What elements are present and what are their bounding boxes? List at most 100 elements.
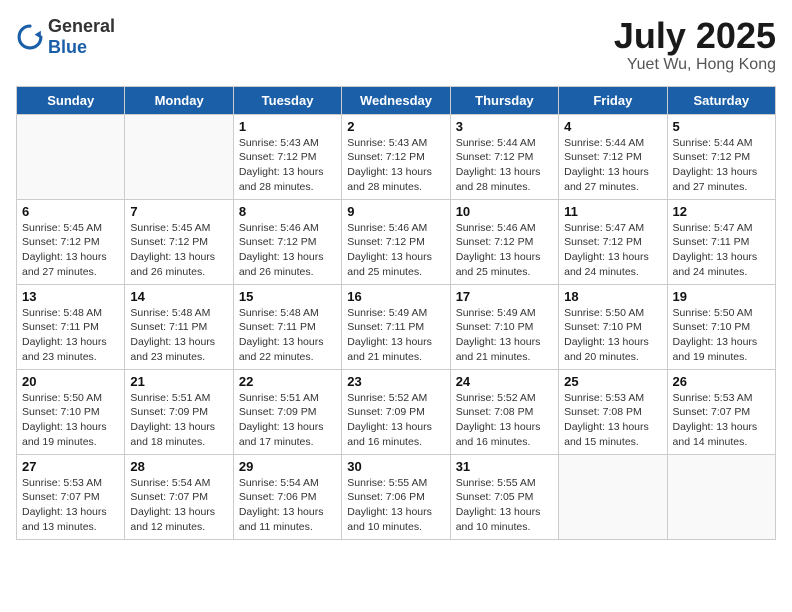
- day-number: 8: [239, 204, 336, 219]
- calendar-week-1: 1Sunrise: 5:43 AM Sunset: 7:12 PM Daylig…: [17, 114, 776, 199]
- day-number: 12: [673, 204, 770, 219]
- calendar-cell: 29 Sunrise: 5:54 AM Sunset: 7:06 PM Dayli…: [233, 454, 341, 539]
- calendar-week-5: 27 Sunrise: 5:53 AM Sunset: 7:07 PM Dayli…: [17, 454, 776, 539]
- day-number: 21: [130, 374, 227, 389]
- days-header-row: Sunday Monday Tuesday Wednesday Thursday…: [17, 86, 776, 114]
- header-wednesday: Wednesday: [342, 86, 450, 114]
- header-monday: Monday: [125, 86, 233, 114]
- day-number: 22: [239, 374, 336, 389]
- day-info: Sunrise: 5:44 AM Sunset: 7:12 PM Dayligh…: [564, 136, 661, 195]
- day-info: Sunrise: 5:47 AM Sunset: 7:12 PM Dayligh…: [564, 221, 661, 280]
- day-number: 6: [22, 204, 119, 219]
- calendar-cell: 22 Sunrise: 5:51 AM Sunset: 7:09 PM Dayli…: [233, 369, 341, 454]
- day-info: Sunrise: 5:47 AM Sunset: 7:11 PM Dayligh…: [673, 221, 770, 280]
- calendar-cell: 19 Sunrise: 5:50 AM Sunset: 7:10 PM Dayli…: [667, 284, 775, 369]
- day-info: Sunrise: 5:50 AM Sunset: 7:10 PM Dayligh…: [564, 306, 661, 365]
- day-number: 2: [347, 119, 444, 134]
- header-friday: Friday: [559, 86, 667, 114]
- day-info: Sunrise: 5:43 AM Sunset: 7:12 PM Dayligh…: [239, 136, 336, 195]
- day-info: Sunrise: 5:46 AM Sunset: 7:12 PM Dayligh…: [347, 221, 444, 280]
- day-info: Sunrise: 5:52 AM Sunset: 7:09 PM Dayligh…: [347, 391, 444, 450]
- calendar-week-3: 13 Sunrise: 5:48 AM Sunset: 7:11 PM Dayli…: [17, 284, 776, 369]
- day-number: 9: [347, 204, 444, 219]
- day-number: 30: [347, 459, 444, 474]
- calendar-cell: 7 Sunrise: 5:45 AM Sunset: 7:12 PM Daylig…: [125, 199, 233, 284]
- day-info: Sunrise: 5:51 AM Sunset: 7:09 PM Dayligh…: [239, 391, 336, 450]
- day-number: 19: [673, 289, 770, 304]
- calendar-cell: 18Sunrise: 5:50 AM Sunset: 7:10 PM Dayli…: [559, 284, 667, 369]
- calendar-cell: 5 Sunrise: 5:44 AM Sunset: 7:12 PM Daylig…: [667, 114, 775, 199]
- day-info: Sunrise: 5:44 AM Sunset: 7:12 PM Dayligh…: [673, 136, 770, 195]
- day-info: Sunrise: 5:54 AM Sunset: 7:07 PM Dayligh…: [130, 476, 227, 535]
- calendar-cell: 2 Sunrise: 5:43 AM Sunset: 7:12 PM Daylig…: [342, 114, 450, 199]
- day-number: 11: [564, 204, 661, 219]
- calendar-cell: 9 Sunrise: 5:46 AM Sunset: 7:12 PM Daylig…: [342, 199, 450, 284]
- calendar-cell: 10Sunrise: 5:46 AM Sunset: 7:12 PM Dayli…: [450, 199, 558, 284]
- day-info: Sunrise: 5:45 AM Sunset: 7:12 PM Dayligh…: [130, 221, 227, 280]
- calendar-cell: 13Sunrise: 5:48 AM Sunset: 7:11 PM Dayli…: [17, 284, 125, 369]
- calendar-week-4: 20 Sunrise: 5:50 AM Sunset: 7:10 PM Dayli…: [17, 369, 776, 454]
- day-number: 5: [673, 119, 770, 134]
- calendar-cell: 23 Sunrise: 5:52 AM Sunset: 7:09 PM Dayli…: [342, 369, 450, 454]
- calendar-cell: 11 Sunrise: 5:47 AM Sunset: 7:12 PM Dayli…: [559, 199, 667, 284]
- calendar-cell: [17, 114, 125, 199]
- day-number: 20: [22, 374, 119, 389]
- calendar-week-2: 6 Sunrise: 5:45 AM Sunset: 7:12 PM Daylig…: [17, 199, 776, 284]
- calendar-subtitle: Yuet Wu, Hong Kong: [614, 56, 776, 74]
- day-number: 26: [673, 374, 770, 389]
- day-info: Sunrise: 5:49 AM Sunset: 7:10 PM Dayligh…: [456, 306, 553, 365]
- logo: General Blue: [16, 16, 115, 58]
- day-info: Sunrise: 5:48 AM Sunset: 7:11 PM Dayligh…: [130, 306, 227, 365]
- day-info: Sunrise: 5:55 AM Sunset: 7:06 PM Dayligh…: [347, 476, 444, 535]
- day-info: Sunrise: 5:44 AM Sunset: 7:12 PM Dayligh…: [456, 136, 553, 195]
- header-thursday: Thursday: [450, 86, 558, 114]
- calendar-cell: 31Sunrise: 5:55 AM Sunset: 7:05 PM Dayli…: [450, 454, 558, 539]
- calendar-cell: 8Sunrise: 5:46 AM Sunset: 7:12 PM Daylig…: [233, 199, 341, 284]
- calendar-cell: 30 Sunrise: 5:55 AM Sunset: 7:06 PM Dayli…: [342, 454, 450, 539]
- calendar-body: 1Sunrise: 5:43 AM Sunset: 7:12 PM Daylig…: [17, 114, 776, 539]
- day-info: Sunrise: 5:50 AM Sunset: 7:10 PM Dayligh…: [673, 306, 770, 365]
- calendar-cell: 3 Sunrise: 5:44 AM Sunset: 7:12 PM Daylig…: [450, 114, 558, 199]
- calendar-cell: 6Sunrise: 5:45 AM Sunset: 7:12 PM Daylig…: [17, 199, 125, 284]
- calendar-title: July 2025: [614, 16, 776, 56]
- day-info: Sunrise: 5:54 AM Sunset: 7:06 PM Dayligh…: [239, 476, 336, 535]
- day-number: 14: [130, 289, 227, 304]
- logo-blue: Blue: [48, 37, 87, 57]
- calendar-cell: 1Sunrise: 5:43 AM Sunset: 7:12 PM Daylig…: [233, 114, 341, 199]
- calendar-table: Sunday Monday Tuesday Wednesday Thursday…: [16, 86, 776, 540]
- day-number: 17: [456, 289, 553, 304]
- day-info: Sunrise: 5:55 AM Sunset: 7:05 PM Dayligh…: [456, 476, 553, 535]
- day-number: 15: [239, 289, 336, 304]
- day-number: 16: [347, 289, 444, 304]
- calendar-cell: 27 Sunrise: 5:53 AM Sunset: 7:07 PM Dayli…: [17, 454, 125, 539]
- day-number: 3: [456, 119, 553, 134]
- logo-text: General Blue: [48, 16, 115, 58]
- day-info: Sunrise: 5:43 AM Sunset: 7:12 PM Dayligh…: [347, 136, 444, 195]
- day-number: 27: [22, 459, 119, 474]
- calendar-cell: 12 Sunrise: 5:47 AM Sunset: 7:11 PM Dayli…: [667, 199, 775, 284]
- day-number: 13: [22, 289, 119, 304]
- calendar-cell: 15Sunrise: 5:48 AM Sunset: 7:11 PM Dayli…: [233, 284, 341, 369]
- day-info: Sunrise: 5:53 AM Sunset: 7:08 PM Dayligh…: [564, 391, 661, 450]
- header-sunday: Sunday: [17, 86, 125, 114]
- day-number: 4: [564, 119, 661, 134]
- calendar-cell: 4 Sunrise: 5:44 AM Sunset: 7:12 PM Daylig…: [559, 114, 667, 199]
- calendar-cell: 16Sunrise: 5:49 AM Sunset: 7:11 PM Dayli…: [342, 284, 450, 369]
- calendar-cell: [125, 114, 233, 199]
- day-info: Sunrise: 5:50 AM Sunset: 7:10 PM Dayligh…: [22, 391, 119, 450]
- header-tuesday: Tuesday: [233, 86, 341, 114]
- calendar-cell: 24Sunrise: 5:52 AM Sunset: 7:08 PM Dayli…: [450, 369, 558, 454]
- day-number: 29: [239, 459, 336, 474]
- day-number: 23: [347, 374, 444, 389]
- logo-general: General: [48, 16, 115, 36]
- day-number: 7: [130, 204, 227, 219]
- day-info: Sunrise: 5:53 AM Sunset: 7:07 PM Dayligh…: [22, 476, 119, 535]
- day-info: Sunrise: 5:52 AM Sunset: 7:08 PM Dayligh…: [456, 391, 553, 450]
- day-number: 10: [456, 204, 553, 219]
- day-number: 25: [564, 374, 661, 389]
- calendar-cell: [559, 454, 667, 539]
- day-info: Sunrise: 5:51 AM Sunset: 7:09 PM Dayligh…: [130, 391, 227, 450]
- calendar-cell: 20 Sunrise: 5:50 AM Sunset: 7:10 PM Dayli…: [17, 369, 125, 454]
- header-saturday: Saturday: [667, 86, 775, 114]
- calendar-cell: 17 Sunrise: 5:49 AM Sunset: 7:10 PM Dayli…: [450, 284, 558, 369]
